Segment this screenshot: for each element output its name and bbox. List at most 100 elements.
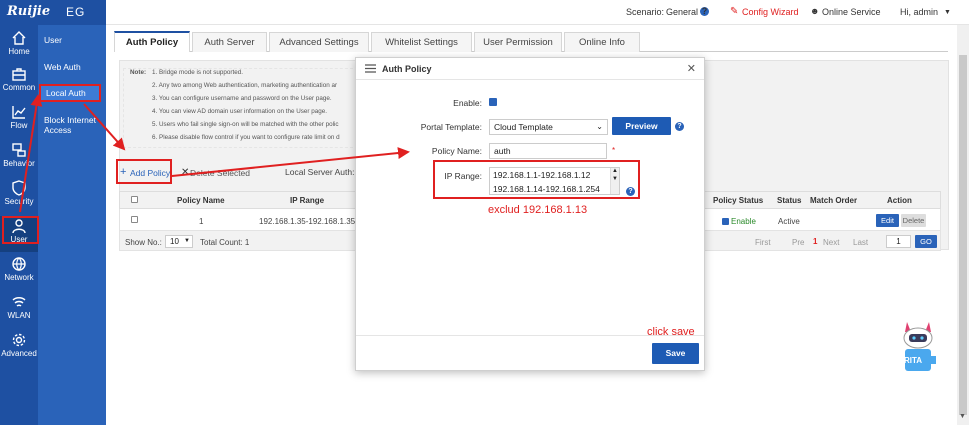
row-ip-range: 192.168.1.35-192.168.1.35 (259, 217, 356, 226)
col-match-order: Match Order (810, 196, 858, 205)
last-page-link[interactable]: Last (853, 238, 868, 247)
row-checkbox[interactable] (131, 216, 138, 223)
next-page-link[interactable]: Next (823, 238, 839, 247)
dialog-title: Auth Policy (382, 64, 432, 74)
robot-mascot-icon (903, 322, 936, 371)
nav-item-wlan[interactable]: WLAN (0, 292, 38, 328)
dialog-header: Auth Policy ✕ (356, 58, 704, 80)
page-number-input[interactable]: 1 (886, 235, 911, 248)
note-line: 6. Please disable flow control if you wa… (152, 134, 340, 141)
scenario-help-icon[interactable]: ? (700, 7, 709, 16)
tab-online-info[interactable]: Online Info (564, 32, 640, 52)
config-wizard-link[interactable]: Config Wizard (742, 7, 799, 17)
home-icon (12, 31, 26, 45)
nav-label: Common (2, 83, 36, 92)
col-status: Status (777, 196, 802, 205)
subnav-item-block-internet[interactable]: Block Internet Access (38, 115, 106, 135)
nav-item-security[interactable]: Security (0, 178, 38, 214)
mascot-label: RITA (904, 356, 923, 365)
note-line: 1. Bridge mode is not supported. (152, 69, 244, 76)
nav-label: WLAN (7, 311, 31, 320)
edit-button[interactable]: Edit (876, 214, 899, 227)
row-policy-status: Enable (731, 217, 756, 226)
delete-selected-button[interactable]: Delete Selected (190, 168, 250, 178)
policy-name-input[interactable]: auth (489, 143, 607, 159)
note-line: 4. You can view AD domain user informati… (152, 108, 328, 115)
shield-icon (12, 180, 26, 196)
chevron-down-icon[interactable]: ▼ (944, 9, 951, 16)
app-root: Home Common Flow Behavior Security User … (0, 0, 969, 425)
page-scrollbar[interactable]: ▼ (957, 25, 969, 425)
portal-template-select[interactable]: Cloud Template ⌄ (489, 119, 608, 135)
show-no-label: Show No.: (125, 238, 162, 247)
note-line: 2. Any two among Web authentication, mar… (152, 82, 338, 89)
nav-label: Security (4, 197, 34, 206)
nav-label: Behavior (3, 159, 35, 168)
enable-checkbox[interactable] (489, 98, 497, 106)
tab-auth-policy[interactable]: Auth Policy (114, 31, 190, 52)
col-ip-range: IP Range (290, 196, 325, 205)
select-all-checkbox[interactable] (131, 196, 138, 203)
scenario-label: Scenario: (626, 7, 665, 17)
tab-user-permission[interactable]: User Permission (474, 32, 562, 52)
wizard-icon: ✎ (730, 6, 739, 17)
globe-icon (12, 257, 26, 271)
portal-template-value: Cloud Template (494, 122, 553, 132)
service-icon: ☻ (810, 6, 820, 16)
note-line: 3. You can configure username and passwo… (152, 95, 332, 102)
first-page-link[interactable]: First (755, 238, 771, 247)
nav-item-flow[interactable]: Flow (0, 102, 38, 138)
save-button[interactable]: Save (652, 343, 699, 364)
chevron-down-icon: ▼ (184, 238, 190, 244)
nav-item-advanced[interactable]: Advanced (0, 330, 38, 366)
tab-auth-server[interactable]: Auth Server (192, 32, 267, 52)
dialog-close-icon[interactable]: ✕ (687, 62, 696, 75)
annotation-box-add-policy (116, 159, 172, 184)
annotation-box-local-auth (39, 84, 101, 102)
nav-item-behavior[interactable]: Behavior (0, 140, 38, 176)
required-mark: * (612, 146, 616, 155)
local-server-auth-label: Local Server Auth: (285, 167, 355, 177)
nav-label: Advanced (1, 349, 37, 358)
toolbox-icon (12, 68, 26, 81)
portal-template-label: Portal Template: (420, 122, 482, 132)
chart-icon (12, 106, 26, 119)
tab-advanced-settings[interactable]: Advanced Settings (269, 32, 369, 52)
nav-item-home[interactable]: Home (0, 28, 38, 64)
top-header: Scenario: General ? ✎ Config Wizard ☻ On… (106, 0, 969, 25)
policy-name-label: Policy Name: (431, 146, 482, 156)
subnav-item-web-auth[interactable]: Web Auth (38, 62, 106, 72)
tab-bar: Auth Policy Auth Server Advanced Setting… (114, 31, 948, 52)
behavior-icon (12, 143, 26, 157)
prev-page-link[interactable]: Pre (792, 238, 804, 247)
tab-whitelist-settings[interactable]: Whitelist Settings (371, 32, 472, 52)
row-enable-checkbox[interactable] (722, 218, 729, 225)
scenario-value[interactable]: General (666, 7, 698, 17)
nav-item-network[interactable]: Network (0, 254, 38, 290)
gear-icon (12, 333, 26, 347)
assistant-mascot[interactable]: RITA (897, 318, 939, 378)
subnav-item-user[interactable]: User (38, 35, 106, 45)
close-icon[interactable]: ✕ (181, 167, 189, 178)
enable-label: Enable: (453, 98, 482, 108)
brand-logo: Ruijie EG (0, 0, 106, 25)
delete-row-button[interactable]: Delete (901, 214, 926, 227)
scrollbar-thumb[interactable] (959, 55, 967, 415)
nav-label: Home (8, 47, 30, 56)
annotation-box-user (2, 216, 39, 244)
menu-icon (365, 64, 376, 73)
annotation-click-save: click save (647, 326, 695, 338)
preview-button[interactable]: Preview (612, 117, 671, 135)
nav-label: Network (4, 273, 34, 282)
online-service-link[interactable]: Online Service (822, 7, 881, 17)
user-greeting[interactable]: Hi, admin (900, 7, 938, 17)
page-size-value: 10 (170, 237, 179, 246)
scroll-down-icon[interactable]: ▼ (959, 413, 966, 420)
nav-label: Flow (10, 121, 28, 130)
col-policy-status: Policy Status (713, 196, 764, 205)
template-help-icon[interactable]: ? (675, 122, 684, 131)
note-prefix: Note: (130, 69, 147, 76)
nav-item-common[interactable]: Common (0, 64, 38, 100)
go-button[interactable]: GO (915, 235, 937, 248)
page-size-select[interactable]: 10 ▼ (165, 235, 193, 248)
